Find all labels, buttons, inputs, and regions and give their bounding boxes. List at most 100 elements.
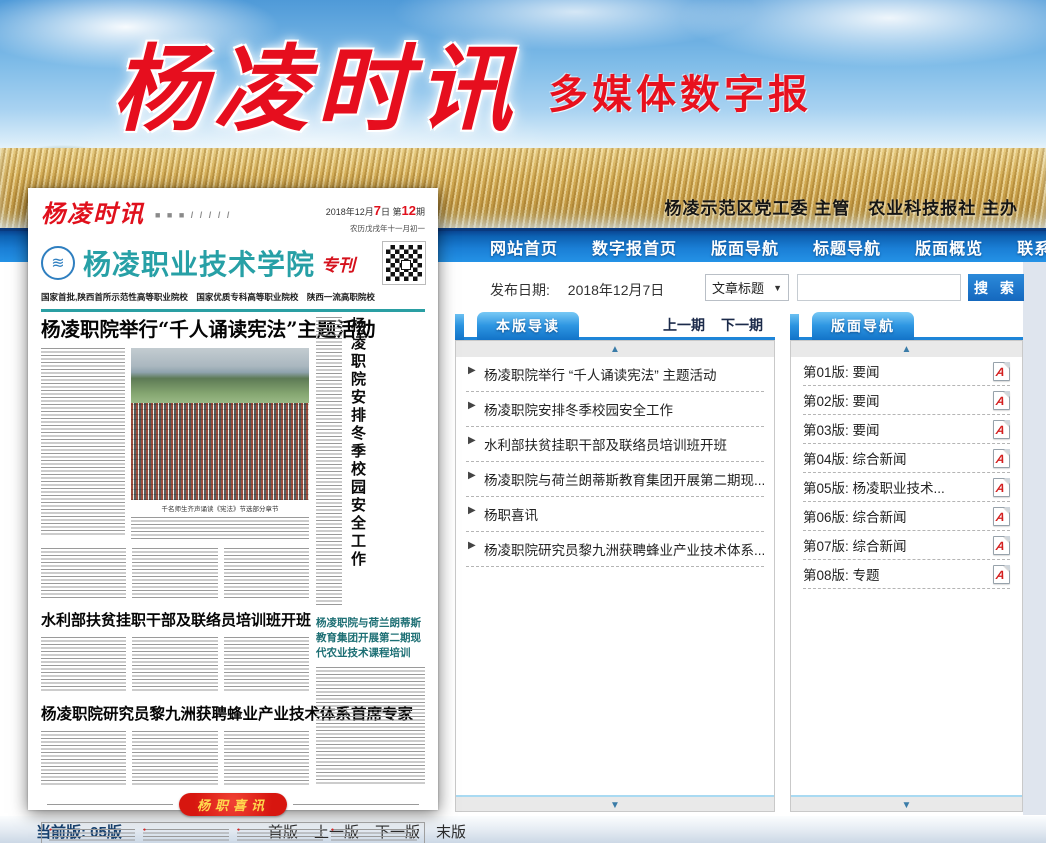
bullet-arrow-icon: ▶ — [468, 435, 476, 446]
simulated-text-column — [331, 829, 417, 843]
page-label: 第07版: 综合新闻 — [803, 535, 907, 555]
pdf-icon[interactable] — [993, 507, 1010, 526]
ribbon-line — [293, 804, 419, 805]
page-list-item[interactable]: 第04版: 综合新闻 — [803, 444, 1010, 473]
sponsor-line: 杨凌示范区党工委 主管 农业科技报社 主办 — [665, 194, 1018, 219]
page-list-item[interactable]: 第02版: 要闻 — [803, 386, 1010, 415]
page-list-item[interactable]: 第03版: 要闻 — [803, 415, 1010, 444]
paper-title-row: ≋ 杨凌职业技术学院 专刊 — [41, 242, 425, 284]
nav-item-site-home[interactable]: 网站首页 — [490, 235, 558, 259]
search-field-dropdown[interactable]: 文章标题 ▼ — [705, 274, 789, 301]
article-list-item[interactable]: ▶ 杨职喜讯 — [466, 497, 764, 532]
next-issue-link[interactable]: 下一期 — [721, 312, 763, 338]
page-list-item[interactable]: 第08版: 专题 — [803, 560, 1010, 589]
paper-body: 杨凌职院举行“千人诵读宪法”主题活动 千名师生齐声诵读《宪法》节选部分章节 — [41, 317, 425, 785]
article-list-item[interactable]: ▶ 杨凌职院与荷兰朗蒂斯教育集团开展第二期现... — [466, 462, 764, 497]
good-news-ribbon-row: 杨职喜讯 — [47, 793, 419, 816]
masthead-slashes-decoration: ■ ■ ■ / / / / / — [155, 210, 231, 220]
paper-lunar-date: 农历戊戌年十一月初一 — [326, 223, 425, 234]
bullet-news-box — [41, 822, 425, 843]
article-list-scroll-up[interactable]: ▲ — [456, 341, 774, 357]
paper-headline-2: 水利部扶贫挂职干部及联络员培训班开班 — [41, 609, 309, 630]
college-name: 杨凌职业技术学院 — [83, 243, 315, 283]
publish-date-label: 发布日期: — [490, 282, 550, 298]
paper-masthead: 杨凌时讯 — [41, 202, 145, 226]
simulated-paragraphs — [41, 731, 309, 785]
bullet-arrow-icon: ▶ — [468, 505, 476, 516]
scroll-down-icon: ▼ — [902, 800, 912, 811]
tab-page-navigation[interactable]: 版面导航 — [812, 312, 914, 340]
nav-item-epaper-home[interactable]: 数字报首页 — [592, 235, 677, 259]
article-list-item[interactable]: ▶ 杨凌职院研究员黎九洲获聘蜂业产业技术体系... — [466, 532, 764, 567]
page-list-item[interactable]: 第01版: 要闻 — [803, 357, 1010, 386]
accreditation-line: 国家首批,陕西首所示范性高等职业院校 国家优质专科高等职业院校 陕西一流高职院校 — [41, 291, 425, 303]
page-label: 第05版: 杨凌职业技术... — [803, 477, 945, 497]
paper-headline-1: 杨凌职院举行“千人诵读宪法”主题活动 — [41, 318, 309, 341]
site-brand-calligraphy: 杨凌时讯 — [112, 14, 520, 150]
qr-code-icon — [383, 242, 425, 284]
article-title: 杨凌职院与荷兰朗蒂斯教育集团开展第二期现... — [484, 473, 764, 488]
simulated-text-column — [237, 829, 323, 843]
pdf-icon[interactable] — [993, 420, 1010, 439]
right-background-strip — [1023, 262, 1046, 815]
page-list-scroll-up[interactable]: ▲ — [791, 341, 1022, 357]
article-list-item[interactable]: ▶杨凌职院举行 “千人诵读宪法” 主题活动 — [466, 357, 764, 392]
site-tagline: 多媒体数字报 — [548, 62, 812, 120]
page-label: 第03版: 要闻 — [803, 419, 880, 439]
bullet-arrow-icon: ▶ — [468, 470, 476, 481]
bullet-arrow-icon: ▶ — [468, 400, 476, 411]
page-list-scroll-down[interactable]: ▼ — [791, 795, 1022, 811]
pages-tabstrip: 版面导航 — [790, 312, 1023, 340]
nav-item-title-nav[interactable]: 标题导航 — [813, 235, 881, 259]
page-list-item[interactable]: 第07版: 综合新闻 — [803, 531, 1010, 560]
previous-issue-link[interactable]: 上一期 — [663, 312, 705, 338]
search-input[interactable] — [797, 274, 961, 301]
tab-current-page-index[interactable]: 本版导读 — [477, 312, 579, 340]
nav-item-contact[interactable]: 联系我们 — [1017, 235, 1046, 259]
last-page-link[interactable]: 末版 — [436, 821, 466, 842]
paper-vertical-headline: 杨凌职院安排冬季校园安全工作 — [349, 317, 367, 609]
pdf-icon[interactable] — [993, 449, 1010, 468]
paper-right-column: 杨凌职院安排冬季校园安全工作 杨凌职院与荷兰朗蒂斯教育集团开展第二期现代农业技术… — [316, 317, 425, 785]
nav-item-page-nav[interactable]: 版面导航 — [711, 235, 779, 259]
page-navigator-box: ▲ 第01版: 要闻 第02版: 要闻 第03版: 要闻 第04版: 综合新闻 … — [790, 340, 1023, 812]
simulated-paragraphs — [41, 548, 309, 600]
college-logo-icon: ≋ — [41, 246, 75, 280]
page-list-item[interactable]: 第06版: 综合新闻 — [803, 502, 1010, 531]
paper-date: 2018年12月7日 第12期 — [326, 207, 425, 217]
article-list-item[interactable]: ▶ 水利部扶贫挂职干部及联络员培训班开班 — [466, 427, 764, 462]
simulated-text-block — [131, 517, 309, 541]
page-label: 第06版: 综合新闻 — [803, 506, 907, 526]
pdf-icon[interactable] — [993, 478, 1010, 497]
paper-date-block: 2018年12月7日 第12期 农历戊戌年十一月初一 — [326, 202, 425, 234]
pdf-icon[interactable] — [993, 565, 1010, 584]
newspaper-page-preview[interactable]: 杨凌时讯 ■ ■ ■ / / / / / 2018年12月7日 第12期 农历戊… — [28, 188, 438, 810]
pdf-icon[interactable] — [993, 362, 1010, 381]
article-title: 杨职喜讯 — [484, 508, 538, 523]
good-news-ribbon: 杨职喜讯 — [179, 793, 287, 816]
paper-left-columns: 杨凌职院举行“千人诵读宪法”主题活动 千名师生齐声诵读《宪法》节选部分章节 — [41, 317, 309, 785]
scroll-up-icon: ▲ — [902, 344, 912, 355]
simulated-text-column — [316, 317, 342, 605]
search-button[interactable]: 搜 索 — [968, 274, 1024, 301]
page-list-item[interactable]: 第05版: 杨凌职业技术... — [803, 473, 1010, 502]
simulated-text-column — [41, 731, 126, 785]
simulated-text-column — [316, 667, 425, 785]
digital-newspaper-page: 杨凌时讯 多媒体数字报 杨凌示范区党工委 主管 农业科技报社 主办 网站首页 数… — [0, 0, 1046, 843]
chevron-down-icon: ▼ — [773, 283, 782, 293]
article-title: 杨凌职院研究员黎九洲获聘蜂业产业技术体系... — [484, 543, 764, 558]
article-list-scroll-down[interactable]: ▼ — [456, 795, 774, 811]
article-list-item[interactable]: ▶杨凌职院安排冬季校园安全工作 — [466, 392, 764, 427]
bullet-arrow-icon: ▶ — [468, 540, 476, 551]
ribbon-line — [47, 804, 173, 805]
pdf-icon[interactable] — [993, 391, 1010, 410]
article-title: 水利部扶贫挂职干部及联络员培训班开班 — [484, 438, 727, 453]
nav-item-page-overview[interactable]: 版面概览 — [915, 235, 983, 259]
pdf-icon[interactable] — [993, 536, 1010, 555]
crowd-pattern — [131, 403, 309, 500]
vertical-headline-row: 杨凌职院安排冬季校园安全工作 — [316, 317, 425, 609]
page-label: 第08版: 专题 — [803, 564, 880, 584]
scroll-down-icon: ▼ — [610, 800, 620, 811]
page-label: 第04版: 综合新闻 — [803, 448, 907, 468]
tabstrip-left-stub — [455, 314, 464, 340]
